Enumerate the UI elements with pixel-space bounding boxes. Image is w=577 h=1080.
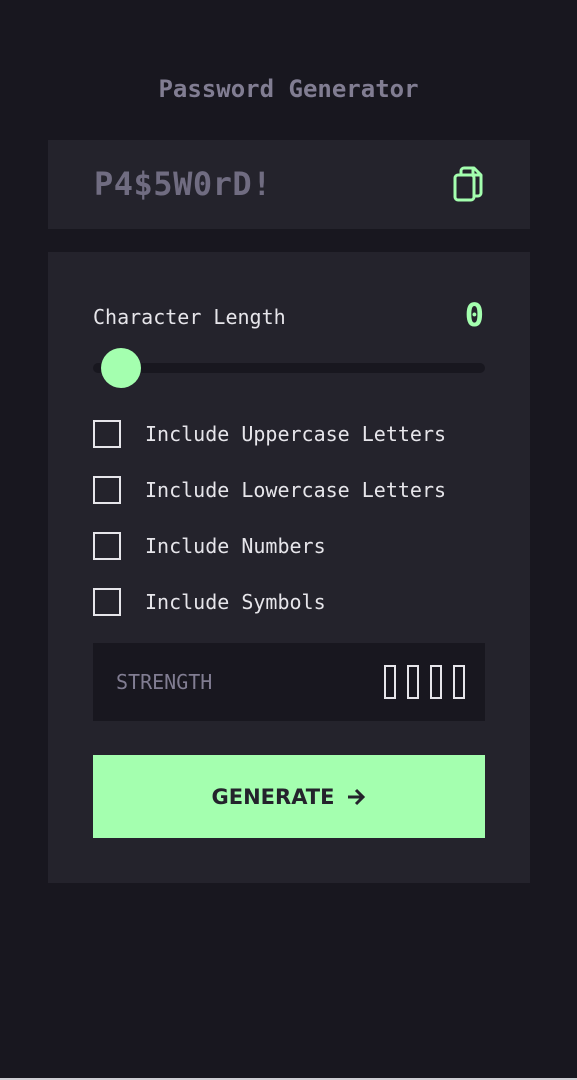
length-slider-thumb[interactable]	[101, 348, 141, 388]
option-lowercase[interactable]: Include Lowercase Letters	[93, 476, 493, 504]
character-length-label: Character Length	[93, 305, 286, 329]
symbols-checkbox[interactable]	[93, 588, 121, 616]
app-title: Password Generator	[158, 75, 419, 103]
password-display: P4$5W0rD!	[48, 140, 530, 229]
strength-bar-1	[384, 665, 396, 699]
option-label: Include Symbols	[145, 590, 326, 614]
length-slider-track[interactable]	[93, 363, 485, 373]
option-symbols[interactable]: Include Symbols	[93, 588, 493, 616]
option-label: Include Numbers	[145, 534, 326, 558]
copy-icon[interactable]	[452, 166, 484, 202]
uppercase-checkbox[interactable]	[93, 420, 121, 448]
settings-panel: Character Length 0 Include Uppercase Let…	[48, 252, 530, 883]
strength-bar-3	[430, 665, 442, 699]
strength-bar-4	[453, 665, 465, 699]
strength-label: STRENGTH	[116, 670, 213, 694]
lowercase-checkbox[interactable]	[93, 476, 121, 504]
character-length-value: 0	[464, 296, 484, 334]
option-uppercase[interactable]: Include Uppercase Letters	[93, 420, 493, 448]
arrow-right-icon	[348, 788, 366, 805]
generate-button[interactable]: GENERATE	[93, 755, 485, 838]
option-label: Include Lowercase Letters	[145, 478, 447, 502]
strength-bar-2	[407, 665, 419, 699]
option-label: Include Uppercase Letters	[145, 422, 447, 446]
strength-bars	[384, 665, 465, 699]
generate-label: GENERATE	[211, 784, 335, 809]
option-numbers[interactable]: Include Numbers	[93, 532, 493, 560]
strength-meter: STRENGTH	[93, 643, 485, 721]
password-output: P4$5W0rD!	[94, 165, 272, 203]
numbers-checkbox[interactable]	[93, 532, 121, 560]
